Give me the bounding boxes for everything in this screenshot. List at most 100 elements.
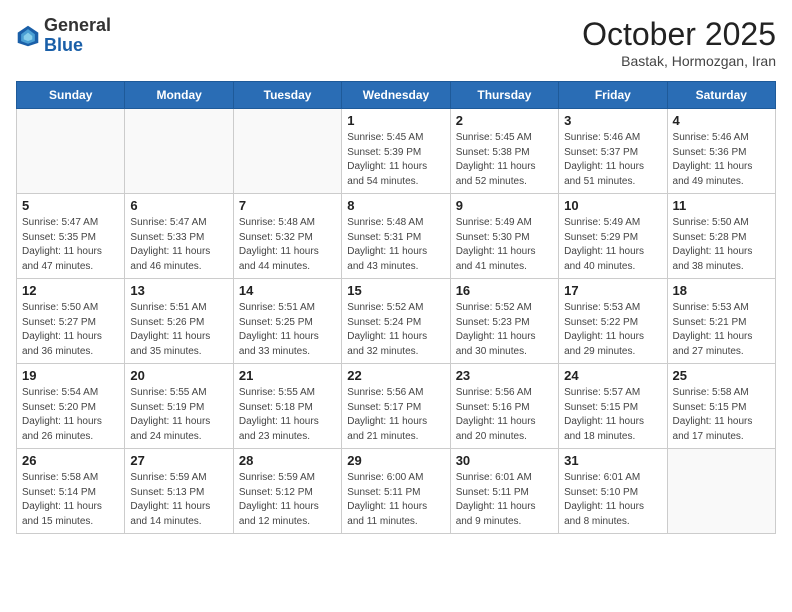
day-number: 1 xyxy=(347,113,444,128)
calendar-table: SundayMondayTuesdayWednesdayThursdayFrid… xyxy=(16,81,776,534)
day-number: 29 xyxy=(347,453,444,468)
calendar-cell xyxy=(233,109,341,194)
day-info: Sunrise: 5:47 AM Sunset: 5:33 PM Dayligh… xyxy=(130,216,227,274)
calendar-cell: 24 Sunrise: 5:57 AM Sunset: 5:15 PM Dayli… xyxy=(559,364,667,449)
calendar-cell: 12 Sunrise: 5:50 AM Sunset: 5:27 PM Dayli… xyxy=(17,279,125,364)
calendar-week-row: 5 Sunrise: 5:47 AM Sunset: 5:35 PM Daylig… xyxy=(17,194,776,279)
calendar-cell: 2 Sunrise: 5:45 AM Sunset: 5:38 PM Daylig… xyxy=(450,109,558,194)
day-number: 2 xyxy=(456,113,553,128)
calendar-cell: 26Sunrise: 5:58 AM Sunset: 5:14 PM Dayli… xyxy=(17,449,125,534)
day-info: Sunrise: 5:52 AM Sunset: 5:23 PM Dayligh… xyxy=(456,301,553,359)
weekday-header: Sunday xyxy=(17,82,125,109)
day-info: Sunrise: 5:50 AM Sunset: 5:27 PM Dayligh… xyxy=(22,301,119,359)
day-info: Sunrise: 6:00 AM Sunset: 5:11 PM Dayligh… xyxy=(347,471,444,529)
day-info: Sunrise: 5:51 AM Sunset: 5:25 PM Dayligh… xyxy=(239,301,336,359)
day-number: 28 xyxy=(239,453,336,468)
day-info: Sunrise: 5:51 AM Sunset: 5:26 PM Dayligh… xyxy=(130,301,227,359)
day-info: Sunrise: 5:49 AM Sunset: 5:30 PM Dayligh… xyxy=(456,216,553,274)
day-info: Sunrise: 5:53 AM Sunset: 5:22 PM Dayligh… xyxy=(564,301,661,359)
calendar-cell: 31 Sunrise: 6:01 AM Sunset: 5:10 PM Dayli… xyxy=(559,449,667,534)
day-info: Sunrise: 5:45 AM Sunset: 5:38 PM Dayligh… xyxy=(456,131,553,189)
day-number: 8 xyxy=(347,198,444,213)
calendar-cell: 11 Sunrise: 5:50 AM Sunset: 5:28 PM Dayli… xyxy=(667,194,775,279)
calendar-cell: 7 Sunrise: 5:48 AM Sunset: 5:32 PM Daylig… xyxy=(233,194,341,279)
day-number: 11 xyxy=(673,198,770,213)
calendar-cell: 23Sunrise: 5:56 AM Sunset: 5:16 PM Dayli… xyxy=(450,364,558,449)
day-info: Sunrise: 5:48 AM Sunset: 5:31 PM Dayligh… xyxy=(347,216,444,274)
calendar-cell: 13Sunrise: 5:51 AM Sunset: 5:26 PM Dayli… xyxy=(125,279,233,364)
location-subtitle: Bastak, Hormozgan, Iran xyxy=(582,53,776,69)
day-number: 31 xyxy=(564,453,661,468)
day-info: Sunrise: 5:59 AM Sunset: 5:12 PM Dayligh… xyxy=(239,471,336,529)
day-info: Sunrise: 5:55 AM Sunset: 5:18 PM Dayligh… xyxy=(239,386,336,444)
calendar-week-row: 19 Sunrise: 5:54 AM Sunset: 5:20 PM Dayli… xyxy=(17,364,776,449)
day-info: Sunrise: 5:50 AM Sunset: 5:28 PM Dayligh… xyxy=(673,216,770,274)
calendar-cell: 19 Sunrise: 5:54 AM Sunset: 5:20 PM Dayli… xyxy=(17,364,125,449)
day-number: 6 xyxy=(130,198,227,213)
day-number: 25 xyxy=(673,368,770,383)
day-info: Sunrise: 5:47 AM Sunset: 5:35 PM Dayligh… xyxy=(22,216,119,274)
day-number: 30 xyxy=(456,453,553,468)
day-number: 20 xyxy=(130,368,227,383)
calendar-cell: 28 Sunrise: 5:59 AM Sunset: 5:12 PM Dayli… xyxy=(233,449,341,534)
day-number: 5 xyxy=(22,198,119,213)
day-number: 19 xyxy=(22,368,119,383)
day-number: 21 xyxy=(239,368,336,383)
calendar-cell: 5 Sunrise: 5:47 AM Sunset: 5:35 PM Daylig… xyxy=(17,194,125,279)
calendar-cell: 3Sunrise: 5:46 AM Sunset: 5:37 PM Daylig… xyxy=(559,109,667,194)
day-number: 14 xyxy=(239,283,336,298)
weekday-header: Friday xyxy=(559,82,667,109)
calendar-cell: 6 Sunrise: 5:47 AM Sunset: 5:33 PM Daylig… xyxy=(125,194,233,279)
weekday-header: Wednesday xyxy=(342,82,450,109)
calendar-week-row: 26Sunrise: 5:58 AM Sunset: 5:14 PM Dayli… xyxy=(17,449,776,534)
day-number: 24 xyxy=(564,368,661,383)
day-number: 10 xyxy=(564,198,661,213)
day-number: 22 xyxy=(347,368,444,383)
calendar-cell: 1 Sunrise: 5:45 AM Sunset: 5:39 PM Daylig… xyxy=(342,109,450,194)
logo: General Blue xyxy=(16,16,111,56)
day-number: 27 xyxy=(130,453,227,468)
day-info: Sunrise: 5:48 AM Sunset: 5:32 PM Dayligh… xyxy=(239,216,336,274)
day-info: Sunrise: 5:49 AM Sunset: 5:29 PM Dayligh… xyxy=(564,216,661,274)
day-info: Sunrise: 5:58 AM Sunset: 5:14 PM Dayligh… xyxy=(22,471,119,529)
calendar-cell: 30Sunrise: 6:01 AM Sunset: 5:11 PM Dayli… xyxy=(450,449,558,534)
page-header: General Blue October 2025 Bastak, Hormoz… xyxy=(16,16,776,69)
calendar-cell: 27 Sunrise: 5:59 AM Sunset: 5:13 PM Dayli… xyxy=(125,449,233,534)
day-number: 9 xyxy=(456,198,553,213)
calendar-cell: 14 Sunrise: 5:51 AM Sunset: 5:25 PM Dayli… xyxy=(233,279,341,364)
day-info: Sunrise: 6:01 AM Sunset: 5:10 PM Dayligh… xyxy=(564,471,661,529)
calendar-cell: 17Sunrise: 5:53 AM Sunset: 5:22 PM Dayli… xyxy=(559,279,667,364)
calendar-cell: 8 Sunrise: 5:48 AM Sunset: 5:31 PM Daylig… xyxy=(342,194,450,279)
calendar-cell: 29 Sunrise: 6:00 AM Sunset: 5:11 PM Dayli… xyxy=(342,449,450,534)
calendar-cell: 16 Sunrise: 5:52 AM Sunset: 5:23 PM Dayli… xyxy=(450,279,558,364)
day-info: Sunrise: 5:58 AM Sunset: 5:15 PM Dayligh… xyxy=(673,386,770,444)
weekday-header: Thursday xyxy=(450,82,558,109)
calendar-cell: 15Sunrise: 5:52 AM Sunset: 5:24 PM Dayli… xyxy=(342,279,450,364)
weekday-header: Saturday xyxy=(667,82,775,109)
day-info: Sunrise: 5:52 AM Sunset: 5:24 PM Dayligh… xyxy=(347,301,444,359)
calendar-cell: 4 Sunrise: 5:46 AM Sunset: 5:36 PM Daylig… xyxy=(667,109,775,194)
day-number: 7 xyxy=(239,198,336,213)
calendar-week-row: 1 Sunrise: 5:45 AM Sunset: 5:39 PM Daylig… xyxy=(17,109,776,194)
logo-text: General Blue xyxy=(44,16,111,56)
day-number: 16 xyxy=(456,283,553,298)
calendar-body: 1 Sunrise: 5:45 AM Sunset: 5:39 PM Daylig… xyxy=(17,109,776,534)
day-info: Sunrise: 5:53 AM Sunset: 5:21 PM Dayligh… xyxy=(673,301,770,359)
calendar-cell: 9 Sunrise: 5:49 AM Sunset: 5:30 PM Daylig… xyxy=(450,194,558,279)
month-title: October 2025 xyxy=(582,16,776,53)
day-info: Sunrise: 5:46 AM Sunset: 5:37 PM Dayligh… xyxy=(564,131,661,189)
calendar-cell: 10 Sunrise: 5:49 AM Sunset: 5:29 PM Dayli… xyxy=(559,194,667,279)
calendar-cell xyxy=(125,109,233,194)
weekday-header-row: SundayMondayTuesdayWednesdayThursdayFrid… xyxy=(17,82,776,109)
calendar-cell xyxy=(17,109,125,194)
day-info: Sunrise: 5:59 AM Sunset: 5:13 PM Dayligh… xyxy=(130,471,227,529)
day-info: Sunrise: 5:46 AM Sunset: 5:36 PM Dayligh… xyxy=(673,131,770,189)
day-info: Sunrise: 5:45 AM Sunset: 5:39 PM Dayligh… xyxy=(347,131,444,189)
calendar-cell xyxy=(667,449,775,534)
calendar-cell: 18Sunrise: 5:53 AM Sunset: 5:21 PM Dayli… xyxy=(667,279,775,364)
day-info: Sunrise: 5:54 AM Sunset: 5:20 PM Dayligh… xyxy=(22,386,119,444)
weekday-header: Tuesday xyxy=(233,82,341,109)
day-number: 12 xyxy=(22,283,119,298)
day-info: Sunrise: 5:57 AM Sunset: 5:15 PM Dayligh… xyxy=(564,386,661,444)
day-number: 4 xyxy=(673,113,770,128)
